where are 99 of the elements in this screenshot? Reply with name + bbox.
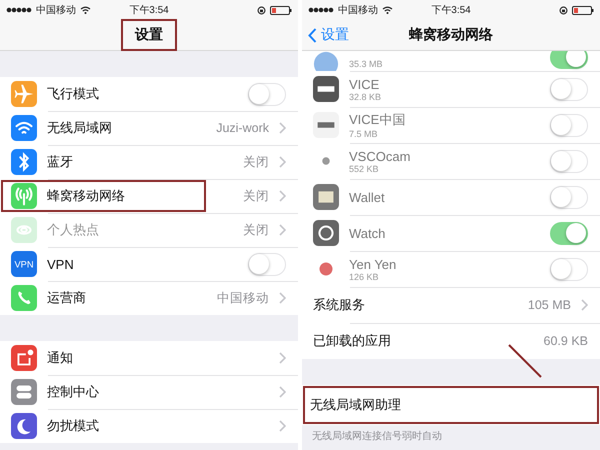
toggles-icon [11, 379, 37, 405]
settings-row[interactable]: 蓝牙 关闭 [0, 145, 298, 179]
toggle-switch[interactable] [550, 78, 588, 100]
antenna-icon [11, 183, 37, 209]
row-label: 个人热点 [47, 221, 100, 239]
chevron-icon [279, 352, 286, 364]
phone-icon [11, 285, 37, 311]
carrier-name: 中国移动 [36, 4, 76, 17]
row-label: 飞行模式 [47, 85, 100, 103]
carrier-name: 中国移动 [338, 4, 378, 17]
row-label: 无线局域网 [47, 119, 113, 137]
battery-icon [270, 6, 292, 14]
row-label: VSCOcam [349, 148, 412, 164]
page-title: 蜂窝移动网络 [408, 25, 494, 44]
row-label: VPN [47, 256, 75, 272]
settings-row[interactable]: VSCOcam 552 KB [302, 143, 600, 179]
data-usage: 32.8 KB [349, 92, 382, 102]
watch-icon [313, 220, 339, 246]
app-icon [313, 51, 339, 71]
row-value: 60.9 KB [544, 334, 588, 348]
data-usage: 35.3 MB [349, 59, 384, 69]
annotation-line [507, 343, 543, 379]
row-value: 关闭 [243, 188, 269, 204]
settings-row[interactable]: 飞行模式 [0, 77, 298, 111]
row-label: 系统服务 [313, 296, 366, 314]
moon-icon [11, 413, 37, 439]
data-usage: 126 KB [349, 272, 380, 282]
toggle-switch[interactable] [550, 150, 588, 172]
settings-row[interactable]: 通知 [0, 341, 298, 375]
settings-row[interactable]: Yen Yen 126 KB [302, 251, 600, 287]
row-label: VICE [349, 76, 380, 92]
footer-note: 无线局域网连接信号弱时自动 [312, 430, 443, 443]
toggle-switch[interactable] [550, 51, 588, 69]
chevron-icon [279, 224, 286, 236]
toggle-switch[interactable] [248, 82, 286, 106]
row-label: Yen Yen [349, 256, 398, 272]
highlighted-row[interactable]: 无线局域网助理 [302, 385, 600, 425]
chevron-icon [279, 420, 286, 432]
chevron-icon [279, 386, 286, 398]
toggle-switch[interactable] [248, 252, 286, 276]
chevron-icon [279, 292, 286, 304]
row-label: 已卸载的应用 [313, 332, 392, 350]
row-label: Watch [349, 226, 386, 240]
toggle-switch[interactable] [550, 186, 588, 208]
bluetooth-icon [11, 149, 37, 175]
toggle-switch[interactable] [550, 222, 588, 244]
rotation-lock-icon [257, 6, 266, 14]
row-label: 通知 [47, 349, 74, 367]
back-chevron-icon [308, 28, 317, 42]
chevron-icon [279, 156, 286, 168]
app-icon [313, 76, 339, 102]
row-label: 运营商 [47, 289, 87, 307]
signal-icon [308, 7, 334, 13]
data-usage: 7.5 MB [349, 129, 379, 139]
settings-row[interactable]: Wallet [302, 179, 600, 215]
row-label: Wallet [349, 190, 386, 204]
status-time: 下午3:54 [129, 4, 169, 17]
page-title: 设置 [121, 19, 177, 51]
battery-icon [572, 6, 594, 14]
row-label: 蓝牙 [47, 153, 74, 171]
settings-row[interactable]: 运营商 中国移动 [0, 281, 298, 315]
settings-row[interactable]: 勿扰模式 [0, 409, 298, 443]
toggle-switch[interactable] [550, 114, 588, 136]
chevron-icon [279, 122, 286, 134]
toggle-switch[interactable] [550, 258, 588, 280]
wallet-icon [313, 184, 339, 210]
row-label: VICE中国 [349, 111, 406, 129]
row-label: 蜂窝移动网络 [47, 187, 126, 205]
chevron-icon [581, 299, 588, 311]
wifi-icon [11, 115, 37, 141]
row-value: 105 MB [528, 298, 571, 312]
row-label: 无线局域网助理 [310, 396, 402, 414]
row-label: 控制中心 [47, 383, 100, 401]
row-value: 关闭 [243, 154, 269, 170]
notification-icon [11, 345, 37, 371]
signal-icon [6, 7, 32, 13]
hotspot-icon [11, 217, 37, 243]
airplane-icon [11, 81, 37, 107]
settings-row[interactable]: 系统服务 105 MB [302, 287, 600, 323]
app-icon [313, 112, 339, 138]
chevron-icon [279, 190, 286, 202]
row-label: 勿扰模式 [47, 417, 100, 435]
vpn-icon: VPN [11, 251, 37, 277]
settings-row[interactable]: VICE中国 7.5 MB [302, 107, 600, 143]
settings-row[interactable]: 控制中心 [0, 375, 298, 409]
settings-row[interactable]: VPN VPN [0, 247, 298, 281]
row-value: Juzi-work [216, 121, 269, 135]
row-value: 关闭 [243, 222, 269, 238]
settings-row[interactable]: VICE 32.8 KB [302, 71, 600, 107]
settings-row[interactable]: 已卸载的应用 60.9 KB [302, 323, 600, 359]
rotation-lock-icon [559, 6, 568, 14]
wifi-icon [80, 6, 91, 14]
data-usage: 552 KB [349, 164, 380, 174]
row-value: 中国移动 [217, 290, 269, 306]
settings-row[interactable]: Watch [302, 215, 600, 251]
status-time: 下午3:54 [431, 4, 471, 17]
highlighted-row[interactable]: 蜂窝移动网络 关闭 [0, 179, 298, 213]
settings-row[interactable]: 无线局域网 Juzi-work [0, 111, 298, 145]
wifi-icon [382, 6, 393, 14]
